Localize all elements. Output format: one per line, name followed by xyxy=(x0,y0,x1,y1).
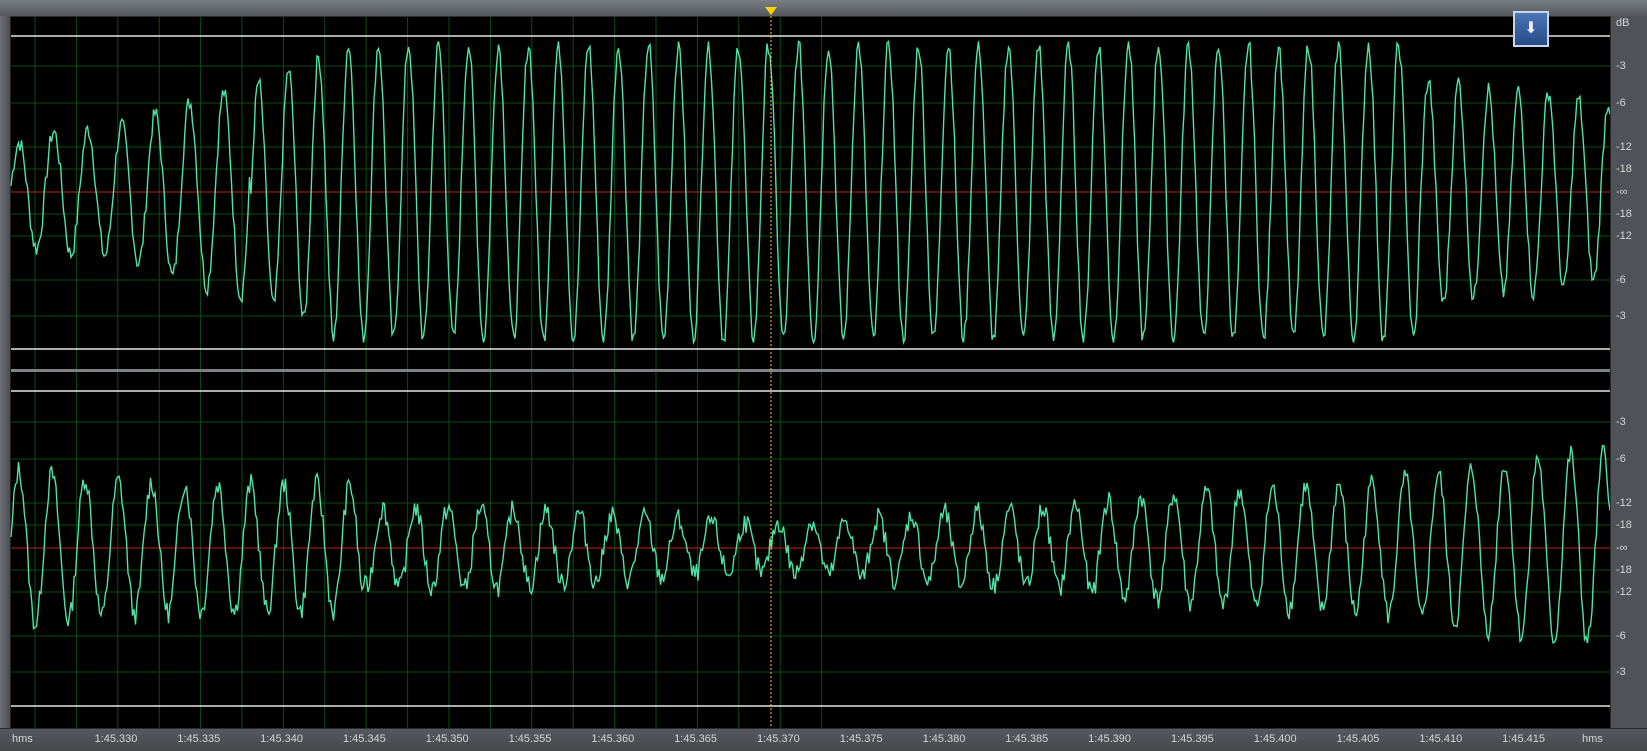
db-scale-label: -18 xyxy=(1616,519,1632,531)
db-unit-label: dB xyxy=(1616,17,1630,29)
db-scale-label: -∞ xyxy=(1616,186,1628,198)
download-button[interactable]: ⬇ xyxy=(1513,11,1549,47)
time-tick-label: 1:45.375 xyxy=(839,733,883,745)
time-tick-label: 1:45.380 xyxy=(922,733,966,745)
db-scale-label: -3 xyxy=(1616,416,1626,428)
db-scale-label: -18 xyxy=(1616,163,1632,175)
db-scale-label: -6 xyxy=(1616,274,1626,286)
db-ruler xyxy=(1610,16,1647,728)
download-arrow-icon: ⬇ xyxy=(1524,20,1538,37)
time-tick-label: 1:45.385 xyxy=(1005,733,1049,745)
db-scale-label: -18 xyxy=(1616,208,1632,220)
db-scale-label: -18 xyxy=(1616,564,1632,576)
time-tick-label: 1:45.360 xyxy=(591,733,635,745)
db-scale-label: -3 xyxy=(1616,666,1626,678)
db-scale-label: -12 xyxy=(1616,497,1632,509)
db-scale-label: -6 xyxy=(1616,630,1626,642)
time-tick-label: 1:45.390 xyxy=(1088,733,1132,745)
time-tick-label: 1:45.345 xyxy=(342,733,386,745)
waveform-editor: dB -3 -6 -12 -18 -∞ -18 -12 -6 -3 -3 -6 -12 -18 -∞ -18… xyxy=(0,0,1647,751)
db-scale-label: -6 xyxy=(1616,453,1626,465)
time-tick-label: 1:45.410 xyxy=(1419,733,1463,745)
time-tick-label: 1:45.330 xyxy=(94,733,138,745)
db-scale-label: -12 xyxy=(1616,230,1632,242)
db-scale-label: -12 xyxy=(1616,586,1632,598)
time-tick-label: 1:45.365 xyxy=(674,733,718,745)
time-tick-label: 1:45.415 xyxy=(1502,733,1546,745)
time-tick-label: 1:45.350 xyxy=(425,733,469,745)
waveform-canvas xyxy=(10,16,1611,728)
db-scale-label: -3 xyxy=(1616,60,1626,72)
time-tick-label: 1:45.370 xyxy=(756,733,800,745)
waveform-right xyxy=(10,444,1611,644)
time-unit-left: hms xyxy=(12,733,33,745)
time-unit-right: hms xyxy=(1582,733,1603,745)
db-scale-label: -∞ xyxy=(1616,542,1628,554)
time-tick-label: 1:45.355 xyxy=(508,733,552,745)
time-tick-label: 1:45.395 xyxy=(1170,733,1214,745)
time-tick-label: 1:45.405 xyxy=(1336,733,1380,745)
db-scale-label: -12 xyxy=(1616,141,1632,153)
time-ruler[interactable] xyxy=(0,728,1647,751)
time-tick-label: 1:45.400 xyxy=(1253,733,1297,745)
time-tick-label: 1:45.340 xyxy=(260,733,304,745)
db-scale-label: -3 xyxy=(1616,310,1626,322)
time-tick-label: 1:45.335 xyxy=(177,733,221,745)
db-scale-label: -6 xyxy=(1616,97,1626,109)
